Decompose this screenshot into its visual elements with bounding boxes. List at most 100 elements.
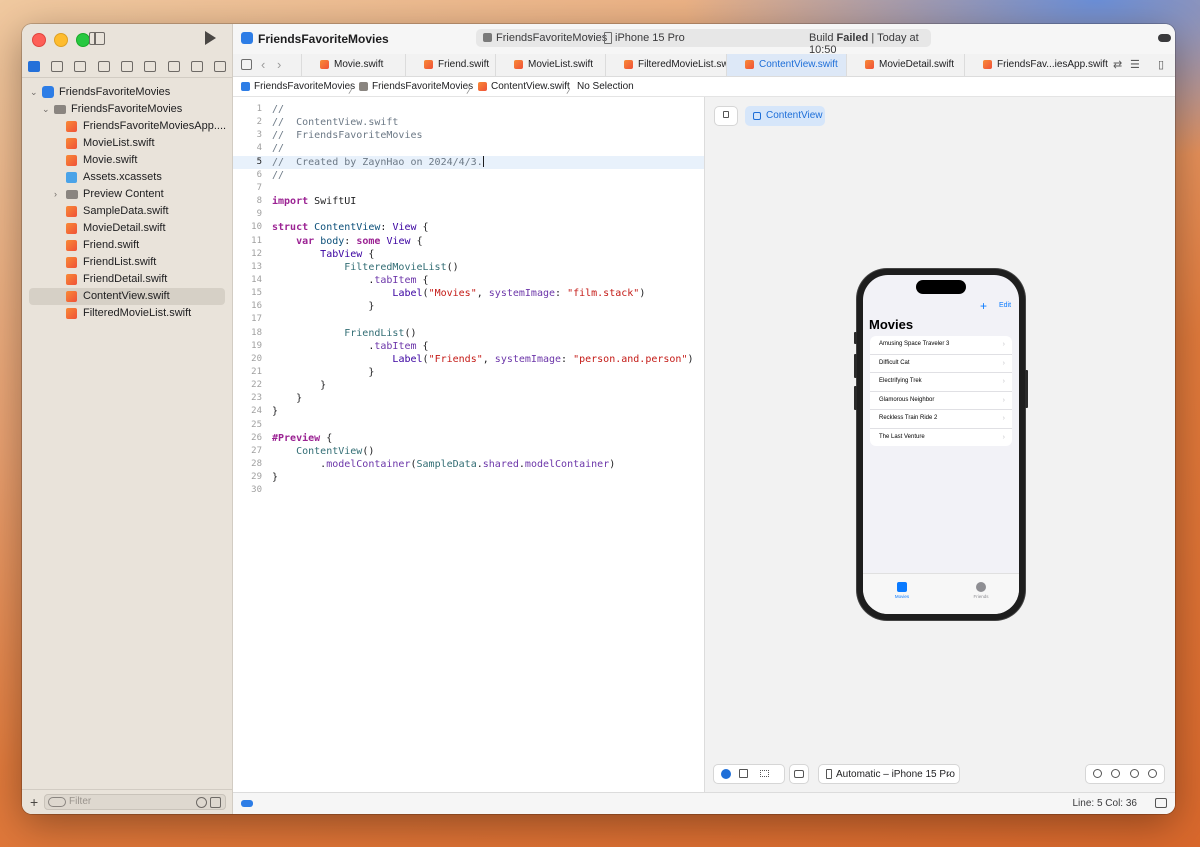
panel-toggle-icon[interactable] <box>1155 798 1167 808</box>
code-line[interactable]: 13 FilteredMovieList() <box>233 261 704 274</box>
code-line[interactable]: 16 } <box>233 300 704 313</box>
back-icon[interactable]: ‹ <box>261 57 265 72</box>
code-line[interactable]: 28 .modelContainer(SampleData.shared.mod… <box>233 458 704 471</box>
code-line[interactable]: 23 } <box>233 392 704 405</box>
minimize-button[interactable] <box>54 33 68 47</box>
tree-item[interactable]: FilteredMovieList.swift <box>22 305 232 322</box>
list-item[interactable]: Electrifying Trek › <box>870 373 1012 392</box>
chevron-down-icon[interactable]: ⌄ <box>42 101 50 118</box>
code-line[interactable]: 12 TabView { <box>233 248 704 261</box>
code-line[interactable]: 19 .tabItem { <box>233 340 704 353</box>
tree-item[interactable]: FriendList.swift <box>22 254 232 271</box>
zoom-actual-icon[interactable] <box>1130 769 1139 778</box>
editor-tab[interactable]: ContentView.swift <box>726 54 846 76</box>
code-line[interactable]: 4 // <box>233 142 704 155</box>
run-destination[interactable]: iPhone 15 Pro <box>615 32 685 44</box>
related-items-icon[interactable] <box>241 59 252 70</box>
forward-icon[interactable]: › <box>277 57 281 72</box>
list-item[interactable]: Reckless Train Ride 2 › <box>870 410 1012 429</box>
code-line[interactable]: 8 import SwiftUI <box>233 195 704 208</box>
code-line[interactable]: 17 <box>233 313 704 326</box>
tree-item[interactable]: Movie.swift <box>22 152 232 169</box>
build-status[interactable]: Build Failed | Today at 10:50 <box>809 32 931 56</box>
tree-item[interactable]: › Preview Content <box>22 186 232 203</box>
pin-icon[interactable] <box>714 106 738 126</box>
zoom-out-icon[interactable] <box>1093 769 1102 778</box>
cloud-icon[interactable] <box>1158 34 1171 42</box>
sidebar-toggle-icon[interactable] <box>89 32 105 45</box>
tree-item[interactable]: Assets.xcassets <box>22 169 232 186</box>
editor-tab[interactable]: MovieDetail.swift <box>846 54 964 76</box>
tree-item[interactable]: FriendsFavoriteMoviesApp.... <box>22 118 232 135</box>
list-item[interactable]: Glamorous Neighbor › <box>870 392 1012 410</box>
filter-options-icon[interactable] <box>48 797 66 807</box>
chevron-right-icon[interactable]: › <box>54 186 57 203</box>
code-line[interactable]: 27 ContentView() <box>233 445 704 458</box>
search-icon[interactable] <box>97 60 110 72</box>
folder-icon[interactable] <box>27 60 40 72</box>
code-line[interactable]: 1 // <box>233 103 704 116</box>
chevron-down-icon[interactable]: ⌄ <box>30 84 38 101</box>
breadcrumb-group[interactable]: FriendsFavoriteMovies <box>372 81 473 92</box>
code-line[interactable]: 18 FriendList() <box>233 327 704 340</box>
editor-tab[interactable]: MovieList.swift <box>495 54 605 76</box>
code-line[interactable]: 22 } <box>233 379 704 392</box>
tab-friends[interactable]: Friends <box>961 582 1001 599</box>
device-selector[interactable]: Automatic – iPhone 15 Pro ⌄ <box>818 764 960 784</box>
tab-movies[interactable]: Movies <box>882 582 922 599</box>
debug-area-icon[interactable] <box>241 800 253 807</box>
preview-chip[interactable]: ContentView <box>745 106 825 126</box>
add-file-icon[interactable]: + <box>30 794 38 810</box>
test-icon[interactable] <box>144 60 157 72</box>
breadcrumb-project[interactable]: FriendsFavoriteMovies <box>254 81 355 92</box>
list-item[interactable]: Amusing Space Traveler 3 › <box>870 336 1012 355</box>
tree-item[interactable]: ⌄ FriendsFavoriteMovies <box>22 84 232 101</box>
live-preview-icon[interactable] <box>721 769 731 779</box>
code-line[interactable]: 25 <box>233 419 704 432</box>
selectable-mode-icon[interactable] <box>739 769 748 778</box>
code-line[interactable]: 9 <box>233 208 704 221</box>
editor-tab[interactable]: Movie.swift <box>301 54 405 76</box>
grid-mode-icon[interactable] <box>760 770 769 777</box>
code-line[interactable]: 21 } <box>233 366 704 379</box>
breadcrumb-selection[interactable]: No Selection <box>577 81 634 92</box>
zoom-to-fit-icon[interactable] <box>1111 769 1120 778</box>
tree-item[interactable]: ⌄ FriendsFavoriteMovies <box>22 101 232 118</box>
source-control-icon[interactable] <box>50 60 63 72</box>
list-item[interactable]: Difficult Cat › <box>870 355 1012 373</box>
run-icon[interactable] <box>205 31 216 45</box>
tree-item[interactable]: SampleData.swift <box>22 203 232 220</box>
code-line[interactable]: 7 <box>233 182 704 195</box>
editor-tab[interactable]: FriendsFav...iesApp.swift <box>964 54 1108 76</box>
edit-button[interactable]: Edit <box>999 302 1011 309</box>
code-line[interactable]: 11 var body: some View { <box>233 235 704 248</box>
code-line[interactable]: 10 struct ContentView: View { <box>233 221 704 234</box>
tree-item[interactable]: MovieList.swift <box>22 135 232 152</box>
swap-icon[interactable]: ⇄ <box>1113 58 1122 71</box>
list-item[interactable]: The Last Venture › <box>870 429 1012 447</box>
code-line[interactable]: 24} <box>233 405 704 418</box>
tree-item[interactable]: FriendDetail.swift <box>22 271 232 288</box>
editor-tab[interactable]: FilteredMovieList.swift <box>605 54 736 76</box>
report-icon[interactable] <box>214 60 227 72</box>
code-line[interactable]: 3 // FriendsFavoriteMovies <box>233 129 704 142</box>
source-editor[interactable]: 1 // 2 // ContentView.swift 3 // FriendsFavor… <box>233 97 704 792</box>
add-movie-button[interactable]: + <box>980 299 987 313</box>
code-line[interactable]: 29} <box>233 471 704 484</box>
warning-icon[interactable] <box>120 60 133 72</box>
tree-item[interactable]: Friend.swift <box>22 237 232 254</box>
editor-options-icon[interactable]: ☰ <box>1130 58 1140 71</box>
variants-icon[interactable] <box>789 764 809 784</box>
split-editor-icon[interactable]: ▯ <box>1158 58 1164 71</box>
recent-files-icon[interactable] <box>196 797 207 808</box>
code-line[interactable]: 5 // Created by ZaynHao on 2024/4/3. <box>233 155 704 169</box>
code-line[interactable]: 30 <box>233 484 704 497</box>
zoom-button[interactable] <box>76 33 90 47</box>
editor-tab[interactable]: Friend.swift <box>405 54 495 76</box>
zoom-in-icon[interactable] <box>1148 769 1157 778</box>
code-line[interactable]: 26 #Preview { <box>233 432 704 445</box>
debug-icon[interactable] <box>167 60 180 72</box>
code-line[interactable]: 2 // ContentView.swift <box>233 116 704 129</box>
close-button[interactable] <box>32 33 46 47</box>
code-line[interactable]: 6 // <box>233 169 704 182</box>
